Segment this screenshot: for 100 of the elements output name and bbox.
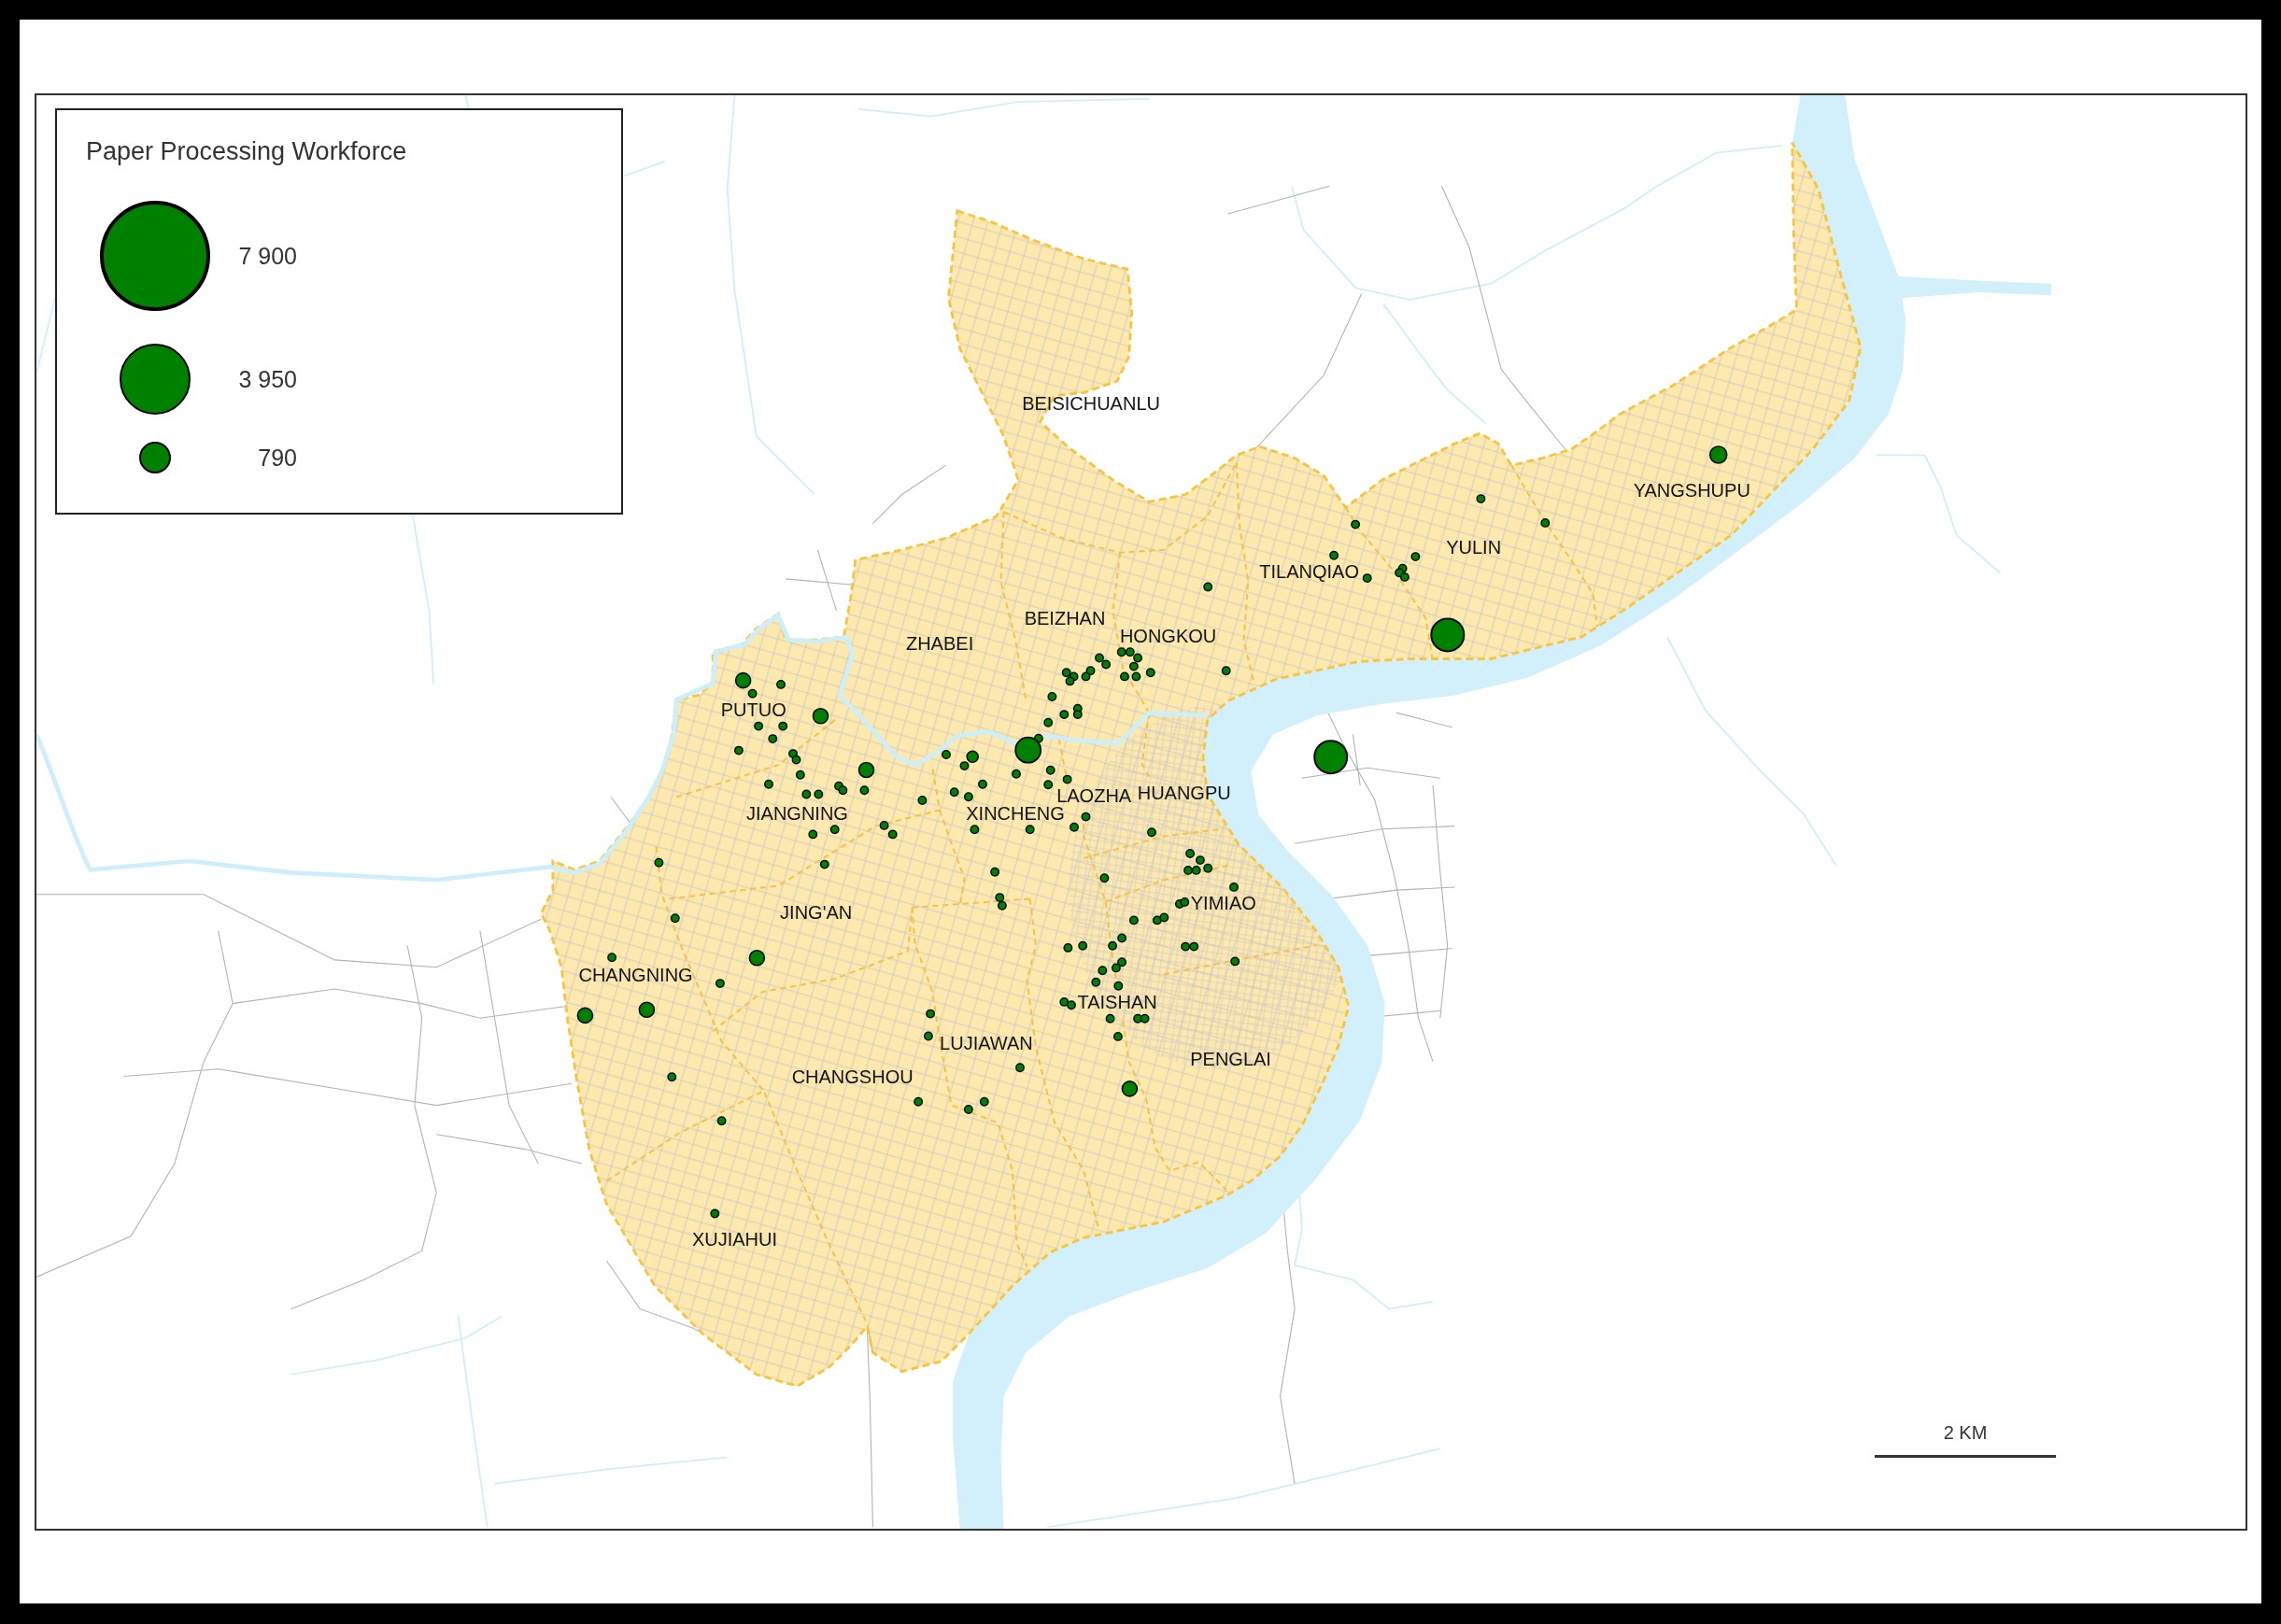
circle-marker-icon bbox=[926, 1009, 936, 1019]
circle-marker-icon bbox=[990, 867, 1000, 877]
circle-marker-icon bbox=[1159, 912, 1169, 923]
circle-marker-icon bbox=[768, 734, 778, 744]
circle-marker-icon bbox=[733, 745, 744, 756]
circle-marker-icon bbox=[1108, 940, 1118, 951]
district-label: PUTUO bbox=[720, 699, 786, 721]
district-label: TAISHAN bbox=[1077, 992, 1157, 1013]
district-label: YANGSHUPU bbox=[1633, 480, 1750, 501]
circle-marker-icon bbox=[949, 787, 959, 798]
district-label: CHANGNING bbox=[578, 964, 693, 985]
circle-marker-icon bbox=[942, 750, 951, 759]
circle-marker-icon bbox=[139, 442, 171, 473]
circle-marker-icon bbox=[995, 893, 1005, 903]
circle-marker-icon bbox=[1078, 940, 1088, 951]
circle-marker-icon bbox=[1025, 825, 1035, 835]
district-label: JIANGNING bbox=[746, 802, 848, 824]
scale-label: 2 KM bbox=[1943, 1421, 1988, 1444]
circle-marker-icon bbox=[1410, 552, 1421, 562]
district-label: YULIN bbox=[1446, 536, 1502, 558]
circle-marker-icon bbox=[801, 789, 812, 799]
circle-marker-icon bbox=[1065, 676, 1075, 686]
circle-marker-icon bbox=[923, 1031, 933, 1041]
circle-marker-icon bbox=[1043, 780, 1054, 790]
circle-marker-icon bbox=[1180, 897, 1190, 907]
circle-marker-icon bbox=[1189, 941, 1199, 952]
circle-marker-icon bbox=[1117, 957, 1127, 967]
circle-marker-icon bbox=[1399, 572, 1410, 582]
circle-marker-icon bbox=[607, 953, 617, 963]
circle-marker-icon bbox=[795, 770, 805, 780]
circle-marker-icon bbox=[966, 750, 979, 763]
circle-marker-icon bbox=[1059, 710, 1070, 720]
circle-marker-icon bbox=[1112, 1031, 1123, 1041]
circle-marker-icon bbox=[914, 1096, 924, 1107]
circle-marker-icon bbox=[1203, 863, 1213, 873]
circle-marker-icon bbox=[1476, 494, 1486, 504]
circle-marker-icon bbox=[814, 789, 824, 799]
circle-marker-icon bbox=[997, 900, 1007, 911]
circle-marker-icon bbox=[716, 1116, 727, 1126]
circle-marker-icon bbox=[710, 1208, 720, 1219]
district-label: LUJIAWAN bbox=[940, 1032, 1033, 1053]
circle-marker-icon bbox=[1091, 977, 1101, 987]
circle-marker-icon bbox=[1062, 774, 1072, 784]
circle-marker-icon bbox=[879, 820, 889, 830]
district-label: BEISICHUANLU bbox=[1022, 392, 1160, 414]
circle-marker-icon bbox=[1117, 933, 1127, 943]
district-label: YIMIAO bbox=[1190, 893, 1256, 914]
circle-marker-icon bbox=[1430, 617, 1466, 653]
circle-marker-icon bbox=[1131, 671, 1141, 682]
circle-marker-icon bbox=[791, 755, 801, 765]
circle-marker-icon bbox=[1362, 573, 1372, 584]
circle-marker-icon bbox=[1185, 849, 1196, 858]
circle-marker-icon bbox=[1145, 668, 1155, 678]
district-label: ZHABEI bbox=[905, 632, 974, 654]
circle-marker-icon bbox=[1128, 915, 1139, 925]
circle-marker-icon bbox=[1128, 661, 1139, 671]
circle-marker-icon bbox=[1113, 981, 1124, 991]
circle-marker-icon bbox=[764, 779, 773, 789]
circle-marker-icon bbox=[963, 1105, 973, 1114]
circle-marker-icon bbox=[788, 749, 798, 759]
circle-marker-icon bbox=[1195, 855, 1205, 866]
circle-marker-icon bbox=[1203, 582, 1213, 592]
circle-marker-icon bbox=[1061, 668, 1071, 678]
circle-marker-icon bbox=[1111, 963, 1121, 973]
circle-marker-icon bbox=[959, 761, 970, 771]
district-label: TILANQIAO bbox=[1259, 561, 1359, 583]
circle-marker-icon bbox=[1540, 517, 1551, 528]
circle-marker-icon bbox=[778, 721, 788, 731]
circle-marker-icon bbox=[1043, 717, 1054, 727]
circle-marker-icon bbox=[1099, 873, 1110, 883]
circle-marker-icon bbox=[1070, 822, 1079, 832]
circle-marker-icon bbox=[1012, 769, 1021, 779]
circle-marker-icon bbox=[859, 785, 870, 796]
circle-marker-icon bbox=[1125, 647, 1135, 657]
circle-marker-icon bbox=[1045, 765, 1055, 775]
circle-marker-icon bbox=[1708, 445, 1728, 464]
circle-marker-icon bbox=[667, 1072, 677, 1082]
legend-title: Paper Processing Workforce bbox=[86, 136, 407, 167]
district-label: BEIZHAN bbox=[1024, 608, 1106, 629]
circle-marker-icon bbox=[1140, 1013, 1150, 1024]
circle-marker-icon bbox=[748, 950, 766, 967]
district-label: JING'AN bbox=[780, 901, 853, 923]
circle-marker-icon bbox=[1183, 865, 1193, 875]
circle-marker-icon bbox=[754, 721, 764, 731]
circle-marker-icon bbox=[100, 201, 210, 311]
circle-marker-icon bbox=[1221, 666, 1231, 676]
circle-marker-icon bbox=[1067, 1000, 1076, 1010]
district-label: HUANGPU bbox=[1137, 782, 1231, 803]
circle-marker-icon bbox=[963, 792, 973, 802]
circle-marker-icon bbox=[1313, 740, 1349, 775]
circle-marker-icon bbox=[812, 708, 829, 725]
legend-value: 7 900 bbox=[237, 242, 297, 270]
circle-marker-icon bbox=[819, 859, 829, 869]
circle-marker-icon bbox=[1105, 1013, 1115, 1024]
district-label: XUJIAHUI bbox=[691, 1229, 778, 1250]
circle-marker-icon bbox=[978, 779, 987, 789]
circle-marker-icon bbox=[1351, 519, 1361, 530]
circle-marker-icon bbox=[1133, 653, 1143, 663]
district-label: HONGKOU bbox=[1119, 625, 1217, 646]
circle-marker-icon bbox=[917, 796, 928, 805]
